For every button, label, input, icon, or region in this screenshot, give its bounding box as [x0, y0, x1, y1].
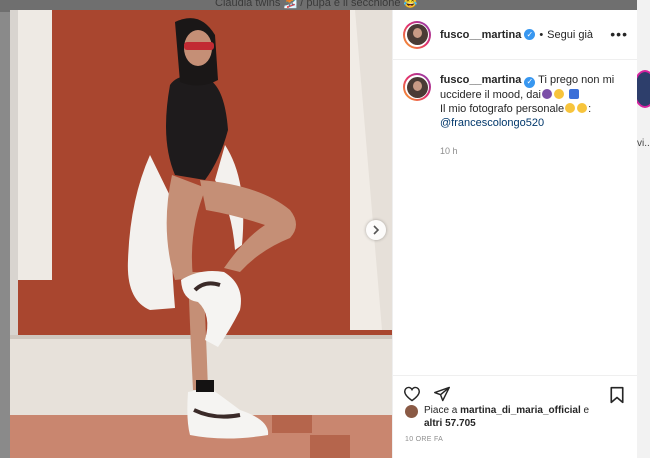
caption-line2: Il mio fotografo personale — [440, 102, 565, 115]
emoji-icon — [553, 88, 564, 99]
emoji-icon — [577, 102, 588, 113]
post-photo-illustration — [10, 10, 392, 458]
more-options-icon[interactable]: ••• — [610, 26, 628, 42]
background-right-strip: vi... — [633, 0, 650, 458]
background-post-caption: Claudia twins 🏂 / pupa e il secchione 😂 — [215, 0, 418, 9]
post-photo[interactable] — [10, 10, 392, 458]
emoji-icon — [568, 88, 579, 99]
post-modal: fusco__martina ✓ • Segui già ••• fusco__… — [10, 10, 637, 458]
verified-badge-icon: ✓ — [524, 76, 536, 88]
post-timestamp[interactable]: 10 ORE FA — [405, 436, 443, 443]
following-button[interactable]: Segui già — [547, 29, 593, 41]
caption-username[interactable]: fusco__martina — [440, 74, 521, 86]
emoji-icon — [565, 102, 576, 113]
likes-count[interactable]: altri 57.705 — [424, 418, 476, 429]
caption-body: fusco__martina ✓ Ti prego non mi uccidere… — [440, 73, 620, 158]
background-peek-text: vi... — [637, 138, 650, 149]
caption-timestamp[interactable]: 10 h — [440, 144, 620, 158]
background-left-strip — [0, 12, 10, 458]
caption-comment: fusco__martina ✓ Ti prego non mi uccidere… — [393, 60, 637, 158]
bookmark-icon[interactable] — [609, 386, 625, 409]
chevron-right-icon — [372, 225, 380, 235]
liker-username[interactable]: martina_di_maria_official — [460, 405, 581, 416]
caption-avatar[interactable] — [403, 73, 431, 101]
action-bar — [393, 375, 637, 404]
verified-badge-icon: ✓ — [524, 29, 536, 40]
header-separator: • — [539, 28, 544, 41]
author-avatar[interactable] — [403, 20, 431, 49]
emoji-icon — [541, 88, 552, 99]
carousel-next-button[interactable] — [366, 220, 386, 240]
likes-middle: e — [583, 405, 590, 416]
liker-avatar[interactable] — [405, 405, 418, 418]
post-sidebar: fusco__martina ✓ • Segui già ••• fusco__… — [392, 10, 637, 458]
caption-mention-link[interactable]: @francescolongo520 — [440, 117, 544, 129]
author-username[interactable]: fusco__martina — [440, 29, 521, 41]
likes-summary: Piace a martina_di_maria_official e altr… — [405, 404, 589, 430]
likes-prefix: Piace a — [424, 405, 458, 416]
post-header: fusco__martina ✓ • Segui già ••• — [393, 10, 637, 60]
